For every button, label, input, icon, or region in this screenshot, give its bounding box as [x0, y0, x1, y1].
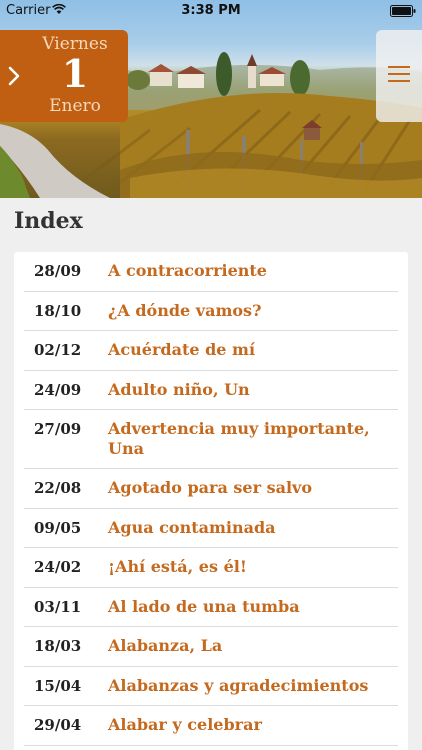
list-item[interactable]: 18/03 Alabanza, La [24, 627, 398, 667]
item-date: 28/09 [34, 262, 82, 280]
date-month: Enero [49, 96, 101, 116]
date-day: 1 [61, 51, 89, 96]
item-title[interactable]: Agua contaminada [108, 518, 298, 538]
index-title: Index [14, 208, 83, 234]
item-title[interactable]: Al lado de una tumba [108, 597, 322, 617]
item-title[interactable]: Alabanza, La [108, 636, 244, 656]
item-date: 02/12 [34, 341, 82, 359]
chevron-right-icon[interactable] [8, 66, 20, 90]
item-date: 18/03 [34, 637, 82, 655]
item-title[interactable]: A contracorriente [108, 261, 289, 281]
status-bar: Carrier 3:38 PM [0, 0, 422, 22]
list-item[interactable]: 24/09 Adulto niño, Un [24, 371, 398, 410]
list-item[interactable]: 03/11 Al lado de una tumba [24, 588, 398, 627]
item-date: 22/08 [34, 479, 82, 497]
item-title[interactable]: Adulto niño, Un [108, 380, 272, 400]
item-title[interactable]: Advertencia muy importante, Una [108, 419, 398, 459]
list-item[interactable]: 09/05 Agua contaminada [24, 509, 398, 548]
index-panel: 28/09 A contracorriente 18/10 ¿A dónde v… [14, 252, 408, 750]
index-list: 28/09 A contracorriente 18/10 ¿A dónde v… [14, 252, 408, 746]
item-date: 09/05 [34, 518, 82, 537]
item-date: 29/04 [34, 716, 82, 734]
list-item[interactable]: 22/08 Agotado para ser salvo [24, 469, 398, 509]
list-item[interactable]: 27/09 Advertencia muy importante, Una [24, 410, 398, 469]
item-title[interactable]: Acuérdate de mí [108, 340, 277, 360]
list-item[interactable]: 15/04 Alabanzas y agradecimientos [24, 667, 398, 706]
list-item[interactable]: 24/02 ¡Ahí está, es él! [24, 548, 398, 588]
item-date: 03/11 [34, 597, 82, 616]
list-item[interactable]: 18/10 ¿A dónde vamos? [24, 292, 398, 331]
hamburger-icon[interactable] [388, 64, 410, 88]
date-selector-button[interactable]: Viernes 1 Enero [0, 30, 128, 122]
item-title[interactable]: Agotado para ser salvo [108, 478, 334, 498]
item-title[interactable]: Alabar y celebrar [108, 715, 284, 735]
list-item[interactable]: 29/04 Alabar y celebrar [24, 706, 398, 746]
item-title[interactable]: ¡Ahí está, es él! [108, 557, 269, 577]
item-date: 15/04 [34, 676, 82, 695]
menu-button[interactable] [376, 30, 422, 122]
battery-icon [390, 5, 416, 21]
item-date: 27/09 [34, 420, 82, 438]
item-title[interactable]: Alabanzas y agradecimientos [108, 676, 390, 696]
item-title[interactable]: ¿A dónde vamos? [108, 301, 283, 321]
item-date: 24/02 [34, 558, 82, 576]
header-photo: Carrier 3:38 PM Viernes 1 Enero [0, 0, 422, 198]
list-item[interactable]: 28/09 A contracorriente [24, 252, 398, 292]
item-date: 24/09 [34, 380, 82, 399]
list-item[interactable]: 02/12 Acuérdate de mí [24, 331, 398, 371]
item-date: 18/10 [34, 301, 82, 320]
clock-label: 3:38 PM [181, 3, 241, 18]
